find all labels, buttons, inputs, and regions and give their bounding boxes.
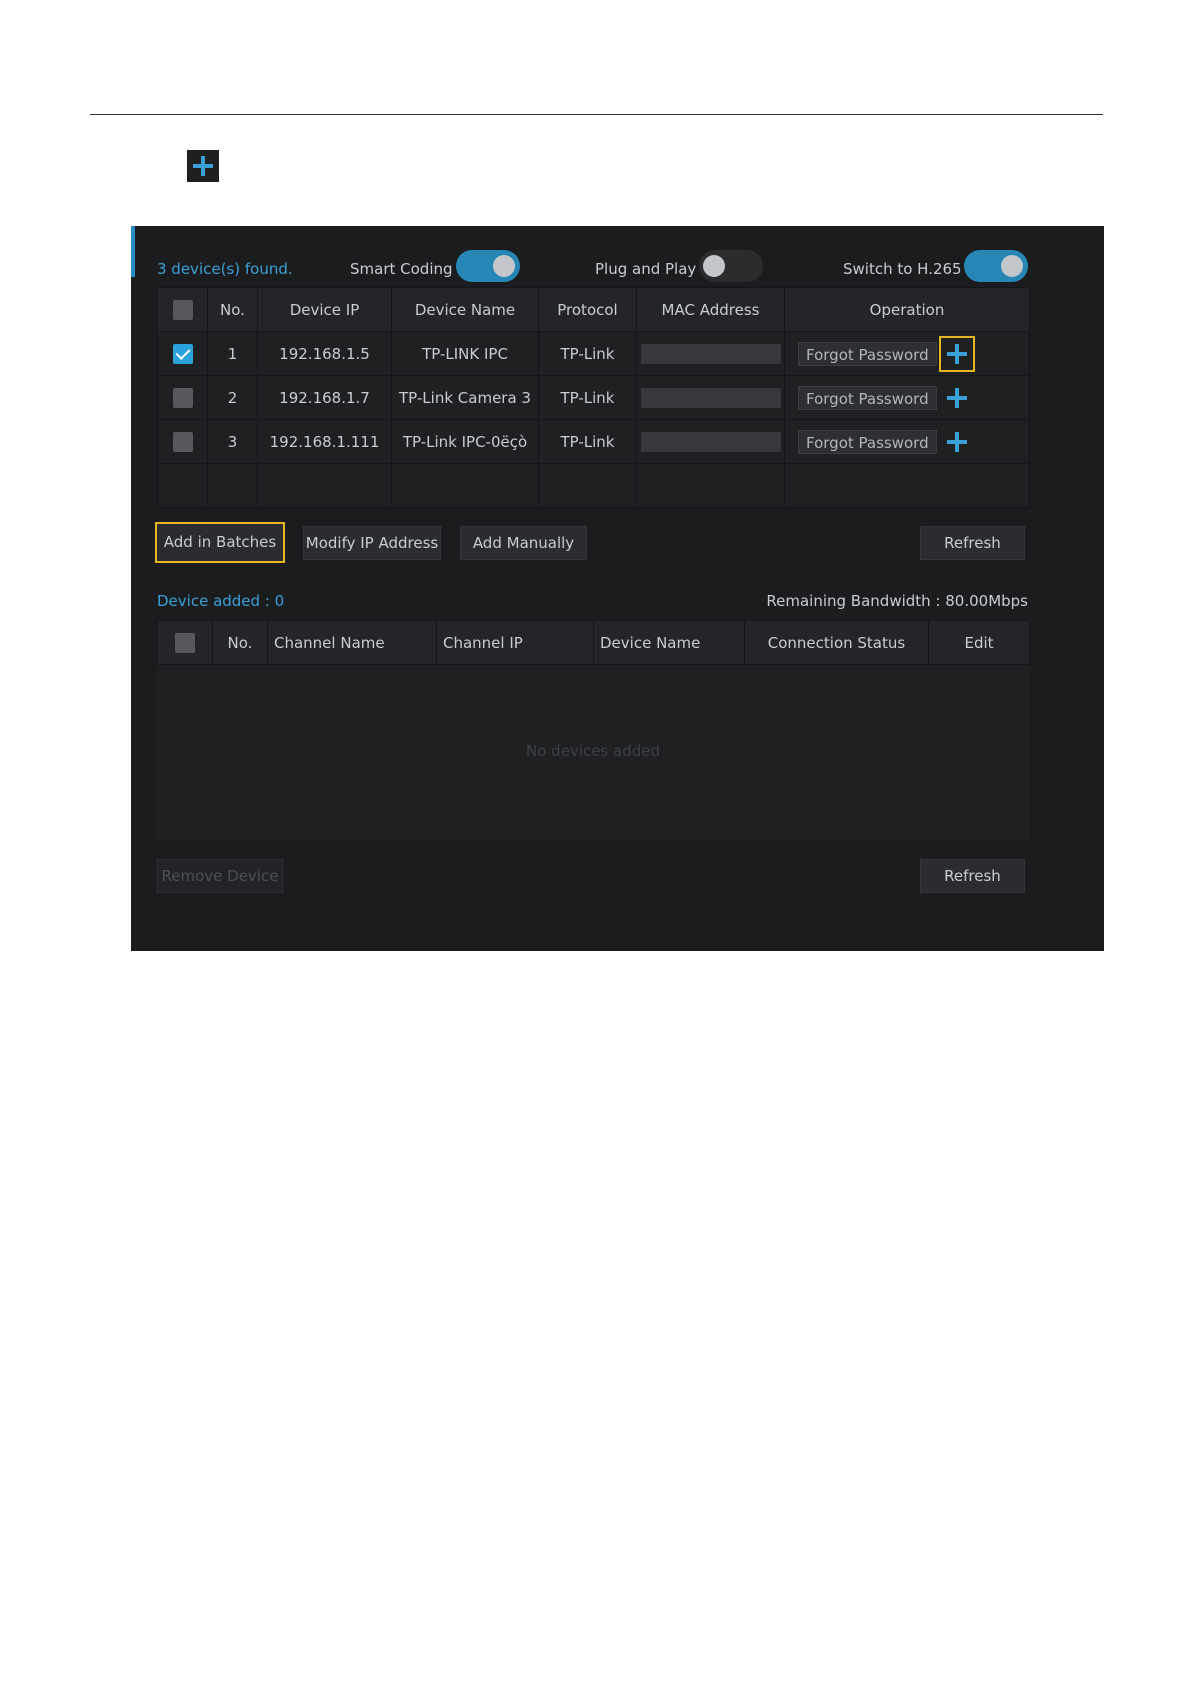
select-all-checkbox[interactable] — [172, 299, 193, 320]
select-all-cell — [157, 620, 213, 665]
table-header-row: No. Device IP Device Name Protocol MAC A… — [157, 287, 1030, 332]
row-select-cell — [157, 331, 208, 376]
mac-redacted-bar — [640, 387, 781, 408]
plus-icon — [946, 343, 967, 364]
row-mac-cell — [636, 331, 785, 376]
remove-device-button[interactable]: Remove Device — [157, 859, 283, 893]
toggle-knob — [703, 255, 725, 277]
row-protocol: TP-Link — [538, 375, 637, 420]
no-devices-added-text: No devices added — [526, 742, 661, 760]
add-device-plus-icon — [187, 150, 219, 182]
device-add-panel: 3 device(s) found. Smart Coding Plug and… — [131, 226, 1104, 951]
plus-icon — [946, 431, 967, 452]
switch-h265-label: Switch to H.265 — [843, 260, 962, 278]
col-operation: Operation — [784, 287, 1030, 332]
table-row[interactable]: 3 192.168.1.111 TP-Link IPC-0ëçò TP-Link… — [157, 419, 1030, 464]
row-checkbox[interactable] — [172, 431, 193, 452]
col-device-name: Device Name — [391, 287, 539, 332]
row-select-cell — [157, 375, 208, 420]
select-all-cell — [157, 287, 208, 332]
mac-redacted-bar — [640, 431, 781, 452]
row-checkbox[interactable] — [172, 343, 193, 364]
row-no: 3 — [207, 419, 258, 464]
row-select-cell — [157, 419, 208, 464]
toggle-knob — [493, 255, 515, 277]
panel-accent-bar — [131, 226, 135, 277]
plus-icon — [946, 387, 967, 408]
row-checkbox[interactable] — [172, 387, 193, 408]
row-device-ip: 192.168.1.111 — [257, 419, 392, 464]
add-device-button[interactable] — [939, 380, 975, 416]
forgot-password-button[interactable]: Forgot Password — [798, 385, 937, 410]
devices-found-text: 3 device(s) found. — [157, 260, 293, 278]
row-device-ip: 192.168.1.5 — [257, 331, 392, 376]
smart-coding-label: Smart Coding — [350, 260, 453, 278]
add-manually-button[interactable]: Add Manually — [460, 526, 587, 560]
modify-ip-address-button[interactable]: Modify IP Address — [303, 526, 441, 560]
col-protocol: Protocol — [538, 287, 637, 332]
row-operation: Forgot Password — [784, 419, 1030, 464]
row-device-name: TP-LINK IPC — [391, 331, 539, 376]
forgot-password-button[interactable]: Forgot Password — [798, 429, 937, 454]
add-device-button[interactable] — [938, 335, 975, 372]
row-mac-cell — [636, 419, 785, 464]
add-device-button[interactable] — [939, 424, 975, 460]
row-protocol: TP-Link — [538, 331, 637, 376]
page-divider — [90, 114, 1103, 115]
select-all-checkbox[interactable] — [175, 632, 195, 653]
col-device-ip: Device IP — [257, 287, 392, 332]
row-device-name: TP-Link IPC-0ëçò — [391, 419, 539, 464]
col-connection-status: Connection Status — [744, 620, 929, 665]
col-no: No. — [212, 620, 268, 665]
col-edit: Edit — [928, 620, 1030, 665]
remaining-bandwidth-text: Remaining Bandwidth : 80.00Mbps — [766, 592, 1028, 610]
table-row[interactable]: 1 192.168.1.5 TP-LINK IPC TP-Link Forgot… — [157, 331, 1030, 376]
found-devices-table: No. Device IP Device Name Protocol MAC A… — [157, 287, 1030, 508]
add-in-batches-button[interactable]: Add in Batches — [155, 522, 285, 563]
row-device-ip: 192.168.1.7 — [257, 375, 392, 420]
table-row[interactable]: 2 192.168.1.7 TP-Link Camera 3 TP-Link F… — [157, 375, 1030, 420]
plug-and-play-label: Plug and Play — [595, 260, 697, 278]
toggle-knob — [1001, 255, 1023, 277]
col-mac-address: MAC Address — [636, 287, 785, 332]
row-no: 2 — [207, 375, 258, 420]
col-channel-ip: Channel IP — [436, 620, 594, 665]
table-header-row: No. Channel Name Channel IP Device Name … — [157, 620, 1030, 665]
device-added-text: Device added : 0 — [157, 592, 285, 610]
refresh-found-button[interactable]: Refresh — [920, 526, 1025, 560]
row-device-name: TP-Link Camera 3 — [391, 375, 539, 420]
row-operation: Forgot Password — [784, 375, 1030, 420]
smart-coding-toggle[interactable] — [456, 250, 520, 282]
col-no: No. — [207, 287, 258, 332]
row-no: 1 — [207, 331, 258, 376]
plug-and-play-toggle[interactable] — [699, 250, 763, 282]
added-devices-table: No. Channel Name Channel IP Device Name … — [157, 620, 1030, 841]
empty-table-row — [157, 463, 1030, 508]
switch-h265-toggle[interactable] — [964, 250, 1028, 282]
row-mac-cell — [636, 375, 785, 420]
forgot-password-button[interactable]: Forgot Password — [798, 341, 937, 366]
col-channel-name: Channel Name — [267, 620, 437, 665]
mac-redacted-bar — [640, 343, 781, 364]
row-protocol: TP-Link — [538, 419, 637, 464]
refresh-added-button[interactable]: Refresh — [920, 859, 1025, 893]
row-operation: Forgot Password — [784, 331, 1030, 376]
col-device-name: Device Name — [593, 620, 745, 665]
